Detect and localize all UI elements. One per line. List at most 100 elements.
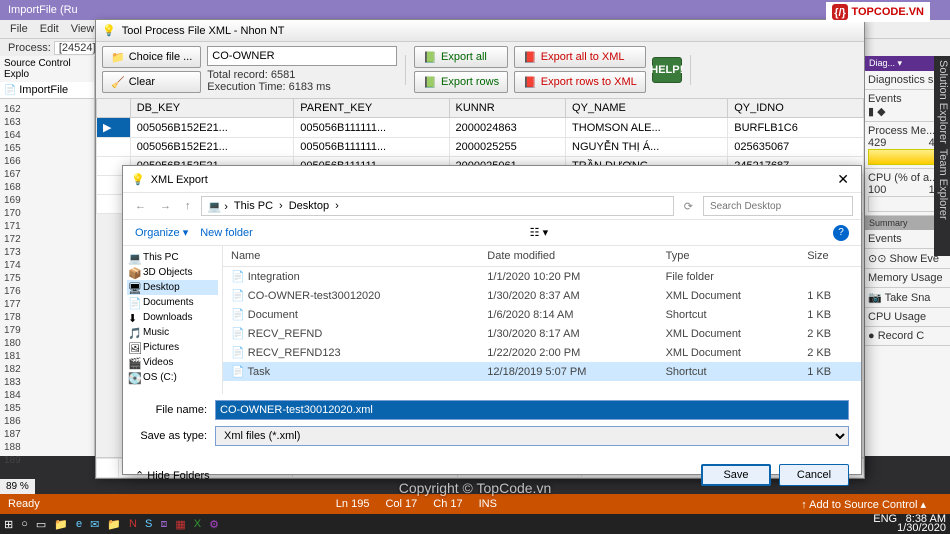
line-number[interactable]: 171 [4, 220, 90, 233]
status-ch: Ch 17 [433, 498, 462, 510]
tree-item[interactable]: 🖼Pictures [127, 340, 218, 355]
menu-file[interactable]: File [4, 23, 34, 35]
export-all-button[interactable]: 📗 Export all [414, 46, 508, 68]
tree-item[interactable]: 💻This PC [127, 250, 218, 265]
up-icon[interactable]: ↑ [181, 200, 195, 212]
file-row[interactable]: 📄 RECV_REFND1231/22/2020 2:00 PMXML Docu… [223, 343, 861, 362]
line-number[interactable]: 164 [4, 129, 90, 142]
filename-input[interactable] [215, 400, 849, 420]
left-panel-title: Source Control Explo [0, 56, 94, 82]
line-number[interactable]: 173 [4, 246, 90, 259]
line-number[interactable]: 189 [4, 454, 90, 467]
tree-item[interactable]: 📄Documents [127, 295, 218, 310]
view-options-icon[interactable]: ☷ ▾ [530, 226, 548, 239]
tree-item[interactable]: 📦3D Objects [127, 265, 218, 280]
tree-item[interactable]: 🎵Music [127, 325, 218, 340]
saveas-select[interactable]: Xml files (*.xml) [215, 426, 849, 446]
line-number[interactable]: 165 [4, 142, 90, 155]
zoom-percent[interactable]: 89 % [0, 479, 35, 494]
topcode-logo: {/} TOPCODE.VN [826, 2, 930, 22]
choice-file-button[interactable]: 📁 Choice file ... [102, 46, 201, 68]
help-icon[interactable]: ? [833, 225, 849, 241]
line-number[interactable]: 176 [4, 285, 90, 298]
organize-button[interactable]: Organize ▾ [135, 226, 188, 239]
windows-taskbar[interactable]: ⊞ ○ ▭ 📁 e ✉ 📁 N S ⧈ ▦ X ⚙ ENG 8:38 AM1/3… [0, 514, 950, 534]
file-list[interactable]: NameDate modifiedTypeSize📄 Integration1/… [223, 246, 861, 394]
line-number[interactable]: 168 [4, 181, 90, 194]
cancel-button[interactable]: Cancel [779, 464, 849, 486]
close-icon[interactable]: ✕ [833, 171, 853, 188]
dialog-title: XML Export [151, 174, 208, 186]
file-row[interactable]: 📄 RECV_REFND1/30/2020 8:17 AMXML Documen… [223, 324, 861, 343]
menu-edit[interactable]: Edit [34, 23, 65, 35]
line-number[interactable]: 172 [4, 233, 90, 246]
export-all-xml-button[interactable]: 📕 Export all to XML [514, 46, 646, 68]
line-number[interactable]: 163 [4, 116, 90, 129]
line-number[interactable]: 167 [4, 168, 90, 181]
clear-button[interactable]: 🧹 Clear [102, 71, 201, 93]
back-icon[interactable]: ← [131, 200, 150, 212]
dialog-nav: ← → ↑ 💻 › This PC › Desktop › ⟳ [123, 192, 861, 220]
line-number[interactable]: 177 [4, 298, 90, 311]
file-row[interactable]: 📄 Document1/6/2020 8:14 AMShortcut1 KB [223, 305, 861, 324]
line-number[interactable]: 170 [4, 207, 90, 220]
table-row[interactable]: ▶005056B152E21...005056B111111...2000024… [97, 118, 864, 138]
line-number[interactable]: 186 [4, 415, 90, 428]
line-number[interactable]: 174 [4, 259, 90, 272]
grid-header[interactable]: PARENT_KEY [294, 99, 449, 118]
export-rows-xml-button[interactable]: 📕 Export rows to XML [514, 71, 646, 93]
process-value[interactable]: [24524] [54, 41, 101, 55]
bulb-icon: 💡 [102, 24, 116, 37]
main-titlebar[interactable]: 💡 Tool Process File XML - Nhon NT [96, 20, 864, 42]
forward-icon[interactable]: → [156, 200, 175, 212]
line-number[interactable]: 180 [4, 337, 90, 350]
file-header[interactable]: Size [799, 246, 861, 267]
grid-header[interactable]: DB_KEY [130, 99, 294, 118]
grid-header[interactable]: KUNNR [449, 99, 566, 118]
system-clock[interactable]: ENG 8:38 AM1/30/2020 [873, 515, 946, 533]
filename-label: File name: [135, 404, 215, 416]
file-header[interactable]: Name [223, 246, 479, 267]
grid-header[interactable] [97, 99, 131, 118]
export-rows-button[interactable]: 📗 Export rows [414, 71, 508, 93]
tree-item[interactable]: 🎬Videos [127, 355, 218, 370]
saveas-label: Save as type: [135, 430, 215, 442]
tree-item[interactable]: 💽OS (C:) [127, 370, 218, 385]
line-number[interactable]: 185 [4, 402, 90, 415]
help-icon[interactable]: HELP! [652, 57, 682, 83]
tree-item[interactable]: 🖥Desktop [127, 280, 218, 295]
right-tabs[interactable]: Solution Explorer Team Explorer [934, 56, 950, 256]
line-number[interactable]: 166 [4, 155, 90, 168]
line-number[interactable]: 181 [4, 350, 90, 363]
folder-tree[interactable]: 💻This PC📦3D Objects🖥Desktop📄Documents⬇Do… [123, 246, 223, 394]
search-input[interactable] [703, 196, 853, 216]
hide-folders-button[interactable]: ⌃ Hide Folders [135, 469, 210, 482]
tree-item[interactable]: ⬇Downloads [127, 310, 218, 325]
add-source-control[interactable]: ↑ Add to Source Control ▴ [801, 498, 926, 511]
line-number[interactable]: 188 [4, 441, 90, 454]
line-number[interactable]: 178 [4, 311, 90, 324]
import-file-tab[interactable]: 📄 ImportFile [0, 82, 94, 99]
combo-value[interactable] [207, 46, 397, 66]
line-number[interactable]: 184 [4, 389, 90, 402]
file-header[interactable]: Type [658, 246, 800, 267]
file-row[interactable]: 📄 Task12/18/2019 5:07 PMShortcut1 KB [223, 362, 861, 381]
file-row[interactable]: 📄 CO-OWNER-test300120201/30/2020 8:37 AM… [223, 286, 861, 305]
grid-header[interactable]: QY_NAME [566, 99, 728, 118]
save-button[interactable]: Save [701, 464, 771, 486]
line-number[interactable]: 169 [4, 194, 90, 207]
line-number[interactable]: 175 [4, 272, 90, 285]
breadcrumb[interactable]: 💻 › This PC › Desktop › [201, 196, 674, 216]
file-header[interactable]: Date modified [479, 246, 657, 267]
xml-export-dialog: 💡XML Export ✕ ← → ↑ 💻 › This PC › Deskto… [122, 165, 862, 475]
grid-header[interactable]: QY_IDNO [728, 99, 864, 118]
table-row[interactable]: 005056B152E21...005056B111111...20000252… [97, 138, 864, 157]
line-number[interactable]: 182 [4, 363, 90, 376]
line-number[interactable]: 183 [4, 376, 90, 389]
new-folder-button[interactable]: New folder [200, 227, 253, 239]
line-number[interactable]: 179 [4, 324, 90, 337]
file-row[interactable]: 📄 Integration1/1/2020 10:20 PMFile folde… [223, 267, 861, 287]
line-number[interactable]: 187 [4, 428, 90, 441]
refresh-icon[interactable]: ⟳ [680, 200, 697, 213]
line-number[interactable]: 162 [4, 103, 90, 116]
